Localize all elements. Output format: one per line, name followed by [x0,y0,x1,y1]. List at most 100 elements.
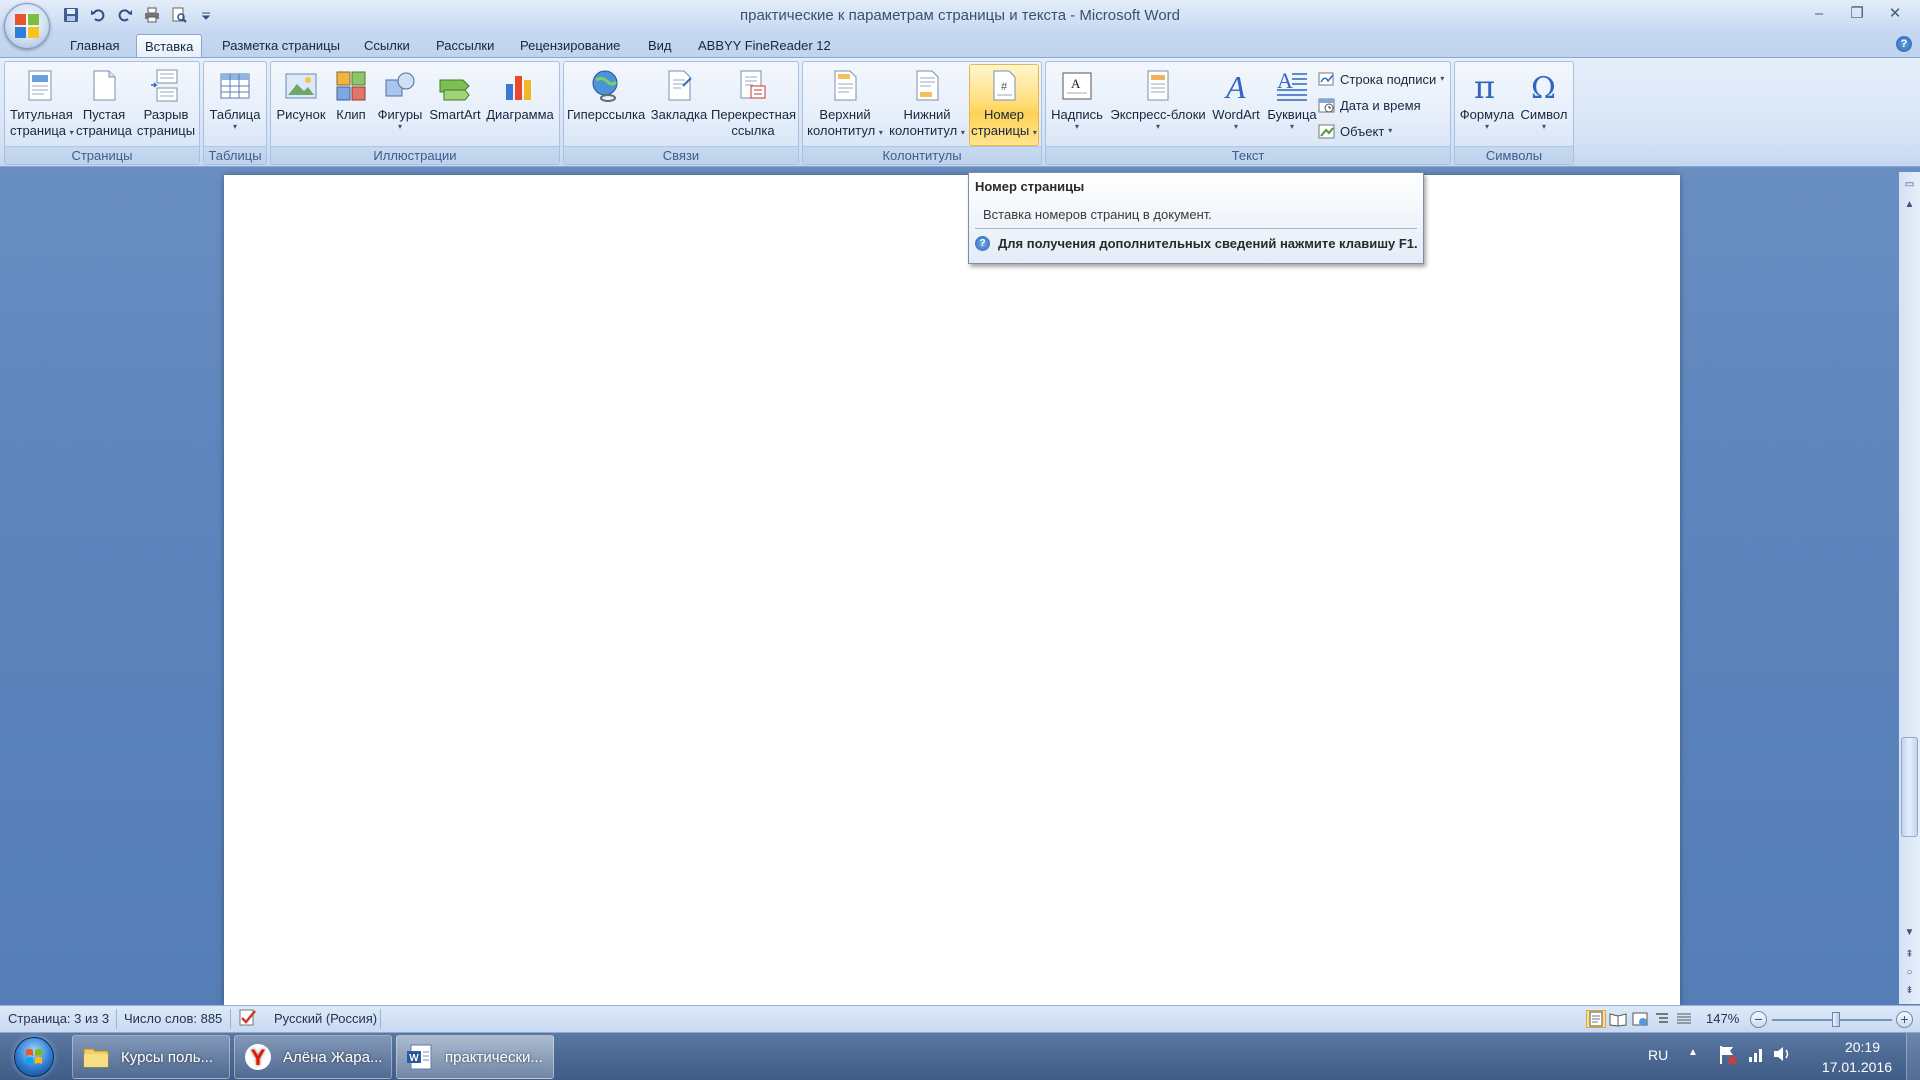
show-hidden-icons-icon[interactable]: ▲ [1688,1047,1698,1058]
blank-page-button[interactable]: Пустая страница [75,64,133,146]
smartart-button[interactable]: SmartArt [427,64,483,146]
picture-button[interactable]: Рисунок [273,64,329,146]
omega-icon: Ω [1526,68,1562,104]
pi-icon: π [1469,68,1505,104]
tab-abbyy[interactable]: ABBYY FineReader 12 [690,34,839,58]
taskbar-app-explorer[interactable]: Курсы поль... [72,1035,230,1079]
print-layout-view-icon[interactable] [1586,1010,1606,1028]
scrollbar-thumb[interactable] [1901,737,1918,837]
cross-reference-button[interactable]: Перекрестная ссылка [710,64,796,146]
header-button[interactable]: Верхний колонтитул ▾ [805,64,885,146]
page-count[interactable]: Страница: 3 из 3 [8,1011,109,1026]
web-layout-view-icon[interactable] [1630,1010,1650,1028]
ruler-toggle-icon[interactable]: ▭ [1901,176,1918,193]
clip-art-button[interactable]: Клип [331,64,371,146]
full-screen-reading-view-icon[interactable] [1608,1010,1628,1028]
document-page[interactable] [224,175,1680,1005]
title-bar: практические к параметрам страницы и тек… [0,0,1920,30]
group-label-links: Связи [564,146,798,164]
restore-icon[interactable]: ❐ [1842,2,1872,24]
symbol-button[interactable]: Ω Символ ▾ [1517,64,1571,146]
equation-button[interactable]: π Формула ▾ [1457,64,1517,146]
word-count[interactable]: Число слов: 885 [124,1011,222,1026]
date-time-button[interactable]: Дата и время [1318,94,1421,116]
clip-art-icon [333,68,369,104]
language-indicator[interactable]: Русский (Россия) [274,1011,377,1026]
volume-icon[interactable] [1772,1045,1792,1063]
outline-view-icon[interactable] [1652,1010,1672,1028]
group-label-pages: Страницы [5,146,199,164]
clock-time[interactable]: 20:19 [1845,1039,1880,1055]
minimize-icon[interactable]: – [1804,2,1834,24]
svg-text:Ω: Ω [1531,71,1556,104]
next-page-icon[interactable]: ⇟ [1901,982,1918,999]
table-button[interactable]: Таблица ▾ [208,64,262,146]
calendar-icon [1318,96,1336,114]
chevron-down-icon: ▾ [960,128,965,137]
chart-button[interactable]: Диаграмма [483,64,557,146]
help-icon[interactable]: ? [1896,36,1912,52]
svg-text:π: π [1474,68,1495,104]
draft-view-icon[interactable] [1674,1010,1694,1028]
taskbar-app-yandex[interactable]: Y Алёна Жара... [234,1035,392,1079]
hyperlink-button[interactable]: Гиперссылка [566,64,646,146]
cover-page-button[interactable]: Титульная страница ▾ [9,64,74,146]
quick-parts-button[interactable]: Экспресс-блоки ▾ [1108,64,1208,146]
group-links: Гиперссылка Закладка Перекрестная ссылка… [563,61,799,165]
divider [230,1009,231,1029]
scroll-down-icon[interactable]: ▼ [1901,924,1918,941]
previous-page-icon[interactable]: ⇞ [1901,946,1918,963]
tooltip-description: Вставка номеров страниц в документ. [983,207,1212,222]
tab-review[interactable]: Рецензирование [512,34,628,58]
signature-line-button[interactable]: Строка подписи ▾ [1318,68,1444,90]
language-bar[interactable]: RU [1648,1047,1668,1063]
bookmark-button[interactable]: Закладка [648,64,710,146]
picture-icon [283,68,319,104]
shapes-button[interactable]: Фигуры ▾ [375,64,425,146]
chevron-down-icon: ▾ [1233,122,1238,131]
clock-date[interactable]: 17.01.2016 [1822,1059,1892,1075]
tab-references[interactable]: Ссылки [356,34,418,58]
wordart-button[interactable]: A WordArt ▾ [1208,64,1264,146]
taskbar-app-word[interactable]: W практически... [396,1035,554,1079]
close-icon[interactable]: ✕ [1880,2,1910,24]
office-logo-icon [15,14,39,38]
svg-text:Y: Y [251,1045,266,1070]
group-text: A Надпись ▾ Экспресс-блоки ▾ A WordArt ▾… [1045,61,1451,165]
chevron-down-icon: ▾ [1484,122,1489,131]
group-symbols: π Формула ▾ Ω Символ ▾ Символы [1454,61,1574,165]
svg-text:W: W [409,1053,419,1064]
folder-icon [81,1042,111,1072]
chevron-down-icon: ▾ [1155,122,1160,131]
footer-button[interactable]: Нижний колонтитул ▾ [887,64,967,146]
object-button[interactable]: Объект ▾ [1318,120,1392,142]
drop-cap-button[interactable]: A Буквица ▾ [1264,64,1320,146]
shapes-icon [382,68,418,104]
spelling-check-icon[interactable] [238,1008,258,1028]
show-desktop-button[interactable] [1906,1033,1920,1080]
zoom-out-icon[interactable]: − [1750,1011,1767,1028]
tab-home[interactable]: Главная [62,34,127,58]
group-illustrations: Рисунок Клип Фигуры ▾ SmartArt Диаграмма… [270,61,560,165]
text-box-button[interactable]: A Надпись ▾ [1048,64,1106,146]
scroll-up-icon[interactable]: ▲ [1901,196,1918,213]
zoom-in-icon[interactable]: + [1896,1011,1913,1028]
tooltip-title: Номер страницы [975,179,1085,194]
vertical-scrollbar[interactable]: ▭ ▲ ▼ ⇞ ○ ⇟ [1899,172,1920,1004]
office-button[interactable] [4,3,50,49]
page-number-button[interactable]: # Номер страницы ▾ [969,64,1039,146]
action-center-flag-icon[interactable] [1718,1044,1738,1066]
tab-insert[interactable]: Вставка [136,34,203,58]
browse-object-icon[interactable]: ○ [1901,964,1918,981]
zoom-slider-thumb[interactable] [1832,1012,1840,1027]
tab-mailings[interactable]: Рассылки [428,34,502,58]
svg-text:A: A [1071,76,1081,91]
tab-view[interactable]: Вид [640,34,680,58]
tab-page-layout[interactable]: Разметка страницы [214,34,348,58]
object-icon [1318,122,1336,140]
zoom-level[interactable]: 147% [1706,1011,1739,1026]
window-title: практические к параметрам страницы и тек… [740,7,1180,24]
page-break-button[interactable]: Разрыв страницы [135,64,197,146]
network-icon[interactable] [1748,1045,1766,1063]
start-button[interactable] [8,1036,60,1078]
